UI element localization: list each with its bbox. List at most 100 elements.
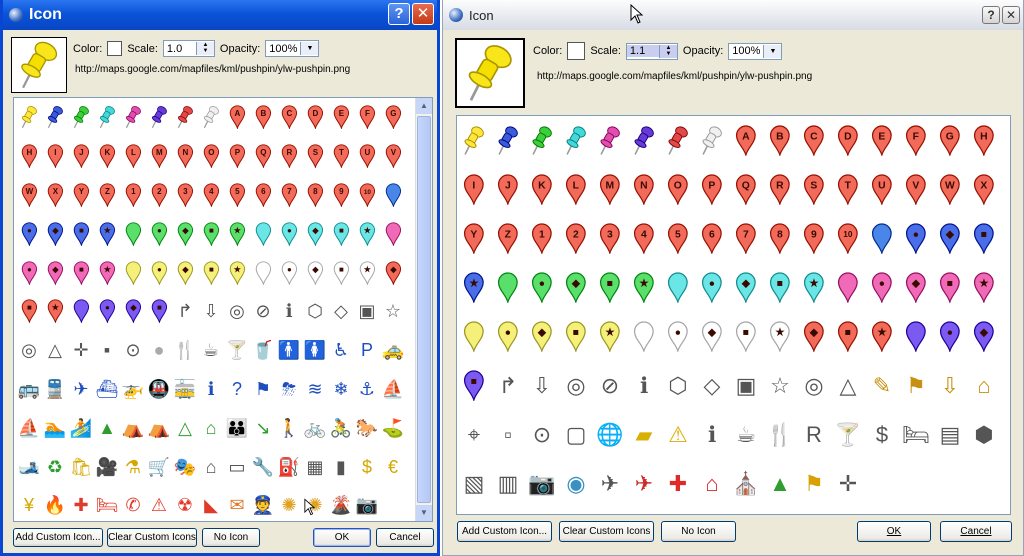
marker-icon[interactable]: ◆ (797, 312, 831, 361)
marker-icon[interactable]: Q (729, 165, 763, 214)
opacity-select[interactable]: 100% ▼ (265, 40, 320, 57)
down-arrow-icon[interactable]: ⇩ (198, 292, 224, 331)
vertical-scrollbar[interactable]: ▲ ▼ (415, 98, 432, 521)
marker-icon[interactable]: O (198, 137, 224, 176)
marker-icon[interactable]: Y (457, 214, 491, 263)
marker-icon[interactable]: ● (146, 253, 172, 292)
marker-icon[interactable]: I (42, 137, 68, 176)
info-icon[interactable]: ℹ (627, 361, 661, 410)
woman-icon[interactable]: 🚺 (302, 331, 328, 370)
hotel-icon[interactable]: 🛏 (899, 410, 933, 459)
marker-icon[interactable]: ◆ (695, 312, 729, 361)
marker-icon[interactable]: 8 (763, 214, 797, 263)
marker-icon[interactable]: M (146, 137, 172, 176)
ferry-icon[interactable]: ⛴ (94, 370, 120, 409)
star-icon[interactable]: ☆ (380, 292, 406, 331)
marker-icon[interactable]: P (224, 137, 250, 176)
marker-icon[interactable]: ◆ (120, 292, 146, 331)
picnic-table-icon[interactable]: ⛺ (146, 408, 172, 447)
marker-icon[interactable]: U (354, 137, 380, 176)
shopping-icon[interactable]: 🛍 (68, 447, 94, 486)
cancel-button[interactable]: Cancel (376, 528, 434, 547)
hexagon-icon[interactable]: ⬡ (661, 361, 695, 410)
lodging-icon[interactable]: 🛏 (94, 486, 120, 525)
crosshair-square-icon[interactable]: ✛ (831, 459, 865, 508)
turn-arrow-icon[interactable]: ↱ (491, 361, 525, 410)
target-icon[interactable]: ◎ (16, 331, 42, 370)
marker-icon[interactable]: C (797, 116, 831, 165)
marker-icon[interactable]: L (559, 165, 593, 214)
marker-icon[interactable]: 1 (120, 176, 146, 215)
earthquake-icon[interactable]: ☢ (172, 486, 198, 525)
no-entry-icon[interactable]: ⊘ (593, 361, 627, 410)
marker-icon[interactable]: 4 (198, 176, 224, 215)
turn-arrow-icon[interactable]: ↱ (172, 292, 198, 331)
scale-spinner[interactable]: 1.0 ▲ ▼ (162, 40, 215, 57)
marker-icon[interactable] (120, 214, 146, 253)
trail-icon[interactable]: ↘ (250, 408, 276, 447)
marker-icon[interactable]: 2 (146, 176, 172, 215)
gold-flag-icon[interactable]: ⚑ (899, 361, 933, 410)
marker-icon[interactable] (250, 253, 276, 292)
marker-icon[interactable]: ● (146, 214, 172, 253)
marker-icon[interactable]: W (16, 176, 42, 215)
marker-icon[interactable]: S (797, 165, 831, 214)
pushpin-icon[interactable] (68, 98, 94, 137)
marker-icon[interactable]: ● (525, 263, 559, 312)
marker-icon[interactable]: ■ (729, 312, 763, 361)
marker-icon[interactable]: ★ (224, 253, 250, 292)
marker-icon[interactable]: ◆ (302, 214, 328, 253)
pine-tree-icon[interactable]: ▲ (763, 459, 797, 508)
pushpin-icon[interactable] (16, 98, 42, 137)
marker-icon[interactable]: V (899, 165, 933, 214)
marker-icon[interactable]: ● (276, 214, 302, 253)
help-button[interactable]: ? (388, 3, 410, 25)
wheelchair-icon[interactable]: ♿ (328, 331, 354, 370)
marker-icon[interactable]: ● (695, 263, 729, 312)
marker-icon[interactable]: N (172, 137, 198, 176)
marker-icon[interactable]: J (68, 137, 94, 176)
marker-icon[interactable]: F (354, 98, 380, 137)
anchor-icon[interactable]: ⚓ (354, 370, 380, 409)
marker-icon[interactable]: F (899, 116, 933, 165)
small-square-icon[interactable]: ▪ (94, 331, 120, 370)
marker-icon[interactable] (491, 263, 525, 312)
opacity-select[interactable]: 100% ▼ (728, 42, 783, 60)
marker-icon[interactable]: A (729, 116, 763, 165)
pushpin-icon[interactable] (559, 116, 593, 165)
marker-icon[interactable]: ■ (146, 292, 172, 331)
marker-icon[interactable] (627, 312, 661, 361)
gas-icon[interactable]: ⛽ (276, 447, 302, 486)
marker-icon[interactable]: K (525, 165, 559, 214)
close-button[interactable]: ✕ (1002, 6, 1020, 24)
marker-icon[interactable]: ◆ (899, 263, 933, 312)
marker-icon[interactable]: T (831, 165, 865, 214)
r-icon[interactable]: R (797, 410, 831, 459)
diamond-icon[interactable]: ◇ (695, 361, 729, 410)
red-cross-icon[interactable]: ✚ (661, 459, 695, 508)
swimming-icon[interactable]: ⛵ (380, 370, 406, 409)
marker-icon[interactable]: ● (276, 253, 302, 292)
marker-icon[interactable]: ★ (763, 312, 797, 361)
no-entry-icon[interactable]: ⊘ (250, 292, 276, 331)
crosshair-icon[interactable]: ⌖ (457, 410, 491, 459)
billboard-icon[interactable]: ▭ (224, 447, 250, 486)
dot-circle-icon[interactable]: ⊙ (120, 331, 146, 370)
phone-icon[interactable]: ✆ (120, 486, 146, 525)
add-custom-icon-button[interactable]: Add Custom Icon... (457, 521, 552, 542)
document-icon[interactable]: ▤ (933, 410, 967, 459)
globe-icon[interactable]: 🌐 (593, 410, 627, 459)
marker-icon[interactable]: 1 (525, 214, 559, 263)
ski-icon[interactable]: 🎿 (16, 447, 42, 486)
marker-icon[interactable]: X (42, 176, 68, 215)
marker-icon[interactable]: ● (661, 312, 695, 361)
church-icon[interactable]: ⛪ (729, 459, 763, 508)
marker-icon[interactable]: ■ (933, 263, 967, 312)
square-icon[interactable]: ▣ (354, 292, 380, 331)
pushpin-icon[interactable] (42, 98, 68, 137)
info-icon[interactable]: ℹ (276, 292, 302, 331)
marker-icon[interactable] (831, 263, 865, 312)
pushpin-icon[interactable] (695, 116, 729, 165)
falling-rocks-icon[interactable]: ◣ (198, 486, 224, 525)
pushpin-icon[interactable] (661, 116, 695, 165)
